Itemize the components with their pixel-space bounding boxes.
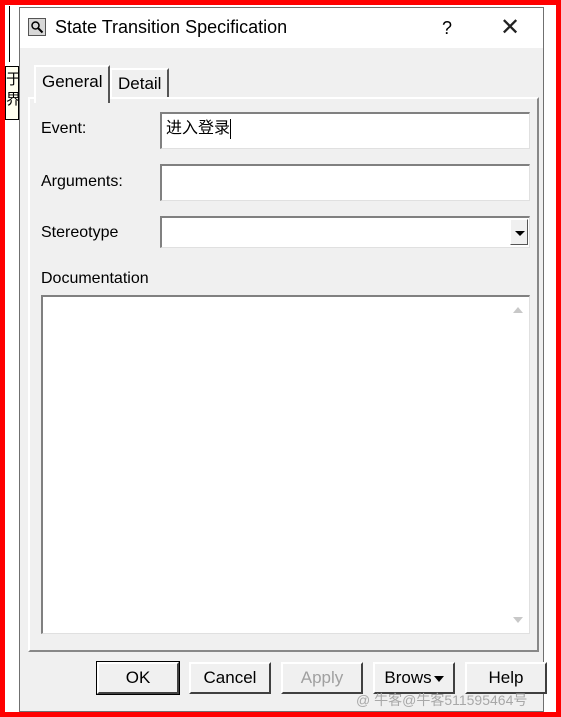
title-bar[interactable]: State Transition Specification ? ✕ — [20, 8, 543, 48]
documentation-label: Documentation — [41, 270, 149, 287]
tab-general[interactable]: General — [34, 65, 111, 103]
chevron-down-icon — [515, 231, 525, 236]
text-caret — [230, 118, 232, 139]
documentation-scrollbar[interactable] — [509, 297, 529, 633]
chevron-down-icon — [433, 675, 444, 682]
background-window-edge — [9, 6, 18, 62]
arguments-field[interactable] — [160, 164, 530, 201]
background-window-fragment: 于 界 — [5, 66, 21, 120]
stereotype-combobox[interactable] — [160, 216, 530, 248]
event-field[interactable]: 进入登录 — [160, 112, 530, 149]
state-transition-dialog: State Transition Specification ? ✕ Detai… — [19, 7, 547, 712]
magnifier-icon — [28, 18, 46, 36]
cancel-button[interactable]: Cancel — [189, 662, 271, 694]
arguments-label: Arguments: — [41, 173, 123, 190]
browse-label: Brows — [384, 668, 432, 687]
close-icon[interactable]: ✕ — [490, 12, 530, 44]
scroll-down-arrow-icon[interactable] — [513, 617, 523, 623]
stereotype-dropdown-button[interactable] — [510, 219, 528, 245]
documentation-textarea[interactable] — [41, 295, 530, 634]
watermark: @ 牛客@牛客511595464号 — [356, 692, 528, 708]
help-question-button[interactable]: ? — [430, 12, 464, 44]
stereotype-label: Stereotype — [41, 224, 119, 241]
tab-detail[interactable]: Detail — [110, 68, 170, 99]
ok-button[interactable]: OK — [96, 661, 180, 695]
apply-button[interactable]: Apply — [281, 662, 363, 694]
event-value: 进入登录 — [166, 118, 231, 137]
scroll-up-arrow-icon[interactable] — [513, 307, 523, 313]
dialog-title: State Transition Specification — [55, 17, 288, 37]
event-label: Event: — [41, 120, 87, 137]
